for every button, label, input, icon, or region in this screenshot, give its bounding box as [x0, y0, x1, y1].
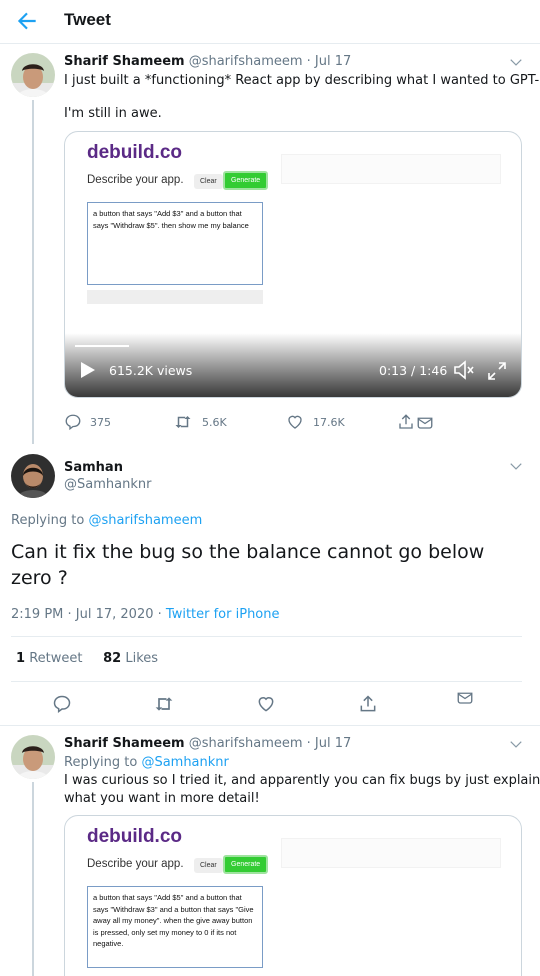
- media-describe-label: Describe your app.: [87, 858, 184, 870]
- main-tweet-text: Can it fix the bug so the balance cannot…: [11, 541, 485, 589]
- media-generate-button: Generate: [223, 171, 269, 190]
- fullscreen-icon[interactable]: [487, 361, 507, 381]
- dm-icon[interactable]: [416, 413, 434, 431]
- tweet-text: what you want in more detail!: [64, 791, 260, 806]
- tweet-stats: 1 Retweet 82 Likes: [16, 651, 158, 666]
- reply-icon[interactable]: [52, 694, 72, 714]
- retweet-icon[interactable]: [154, 694, 174, 714]
- share-icon[interactable]: [358, 694, 378, 714]
- main-author-handle: @Samhanknr: [64, 477, 151, 492]
- thread-line: [32, 100, 34, 444]
- tweet-author: Sharif Shameem @sharifshameem · Jul 17: [64, 54, 351, 69]
- replying-label: Replying to: [64, 755, 138, 770]
- divider: [0, 725, 540, 726]
- media-generate-button: Generate: [223, 855, 269, 874]
- media-describe-label: Describe your app.: [87, 174, 184, 186]
- retweet-number: 1: [16, 651, 26, 666]
- replying-to-link[interactable]: @sharifshameem: [88, 513, 202, 528]
- divider: [11, 636, 522, 637]
- video-time: 0:13 / 1:46: [379, 363, 448, 378]
- replying-to: Replying to @sharifshameem: [11, 513, 202, 528]
- retweet-label: Retweet: [29, 651, 83, 666]
- avatar[interactable]: [11, 735, 55, 779]
- like-number: 82: [103, 651, 122, 666]
- play-icon[interactable]: [81, 362, 95, 378]
- avatar[interactable]: [11, 454, 55, 498]
- volume-icon[interactable]: [453, 360, 475, 380]
- dm-icon[interactable]: [456, 688, 474, 706]
- replying-to: Replying to @Samhanknr: [64, 755, 229, 770]
- thread-line: [32, 782, 34, 976]
- share-icon[interactable]: [397, 413, 415, 431]
- author-handle[interactable]: @Samhanknr: [64, 477, 151, 492]
- tweet-date[interactable]: · Jul 17: [307, 54, 352, 69]
- media-brand: debuild.co: [87, 142, 182, 163]
- media-clear-button: Clear: [194, 858, 223, 873]
- author-name[interactable]: Sharif Shameem: [64, 54, 185, 69]
- video-player[interactable]: debuild.co Describe your app. Clear Gene…: [64, 131, 522, 398]
- chevron-down-icon[interactable]: [509, 55, 523, 69]
- back-arrow-icon[interactable]: [14, 8, 40, 34]
- tweet-timestamp: 2:19 PM · Jul 17, 2020 · Twitter for iPh…: [11, 607, 280, 622]
- like-label: Likes: [125, 651, 159, 666]
- tweet-text: I'm still in awe.: [64, 106, 162, 121]
- chevron-down-icon[interactable]: [509, 459, 523, 473]
- media-gray-bar: [87, 290, 263, 304]
- retweet-count: 5.6K: [202, 416, 227, 429]
- tweet-text: I just built a *functioning* React app b…: [64, 73, 540, 88]
- tweet-source-link[interactable]: Twitter for iPhone: [166, 607, 280, 622]
- tweet-text: I was curious so I tried it, and apparen…: [64, 773, 540, 788]
- replying-label: Replying to: [11, 513, 85, 528]
- heart-icon[interactable]: [256, 694, 276, 714]
- retweet-icon[interactable]: [174, 413, 192, 431]
- media-placeholder: [281, 154, 501, 184]
- view-count: 615.2K views: [109, 363, 193, 378]
- tweet-date[interactable]: · Jul 17: [307, 736, 352, 751]
- media-brand: debuild.co: [87, 826, 182, 847]
- divider: [11, 681, 522, 682]
- tweet-author: Sharif Shameem @sharifshameem · Jul 17: [64, 736, 351, 751]
- top-bar: Tweet: [0, 0, 540, 44]
- author-handle[interactable]: @sharifshameem: [189, 54, 303, 69]
- media-clear-button: Clear: [194, 174, 223, 189]
- author-name[interactable]: Samhan: [64, 460, 123, 475]
- reply-icon[interactable]: [64, 413, 82, 431]
- reply-count: 375: [90, 416, 111, 429]
- media-placeholder: [281, 838, 501, 868]
- video-progress-bar[interactable]: [75, 345, 129, 347]
- timestamp[interactable]: 2:19 PM · Jul 17, 2020 ·: [11, 607, 162, 622]
- chevron-down-icon[interactable]: [509, 737, 523, 751]
- heart-icon[interactable]: [286, 413, 304, 431]
- likes-stat[interactable]: 82 Likes: [103, 651, 158, 666]
- author-name[interactable]: Sharif Shameem: [64, 736, 185, 751]
- author-handle[interactable]: @sharifshameem: [189, 736, 303, 751]
- video-controls: 615.2K views 0:13 / 1:46: [65, 333, 521, 397]
- media-prompt-box: a button that says "Add $3" and a button…: [87, 202, 263, 285]
- retweets-stat[interactable]: 1 Retweet: [16, 651, 82, 666]
- main-author-name: Samhan: [64, 460, 123, 475]
- media-prompt-box: a button that says "Add $5" and a button…: [87, 886, 263, 968]
- media-image[interactable]: debuild.co Describe your app. Clear Gene…: [64, 815, 522, 976]
- replying-to-link[interactable]: @Samhanknr: [141, 755, 228, 770]
- like-count: 17.6K: [313, 416, 345, 429]
- avatar[interactable]: [11, 53, 55, 97]
- page-title: Tweet: [64, 10, 111, 29]
